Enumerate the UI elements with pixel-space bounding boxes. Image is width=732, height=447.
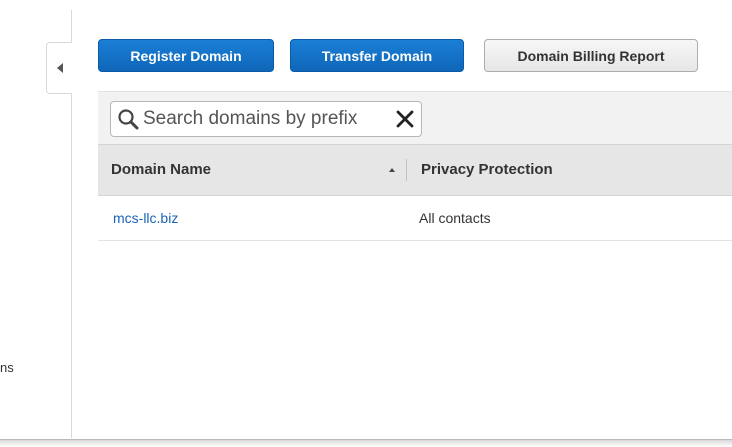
domain-link[interactable]: mcs-llc.biz	[113, 196, 178, 240]
domains-table: Domain Name Privacy Protection mcs-llc.b…	[98, 91, 732, 241]
column-header-privacy-protection[interactable]: Privacy Protection	[421, 145, 553, 195]
sidebar-item-label[interactable]: ns	[0, 360, 14, 375]
register-domain-button[interactable]: Register Domain	[98, 39, 274, 72]
privacy-protection-value: All contacts	[419, 210, 491, 226]
column-divider	[406, 159, 407, 181]
filter-bar	[98, 91, 732, 144]
sidebar-collapse-button[interactable]	[46, 42, 72, 94]
search-box[interactable]	[110, 101, 422, 137]
search-input[interactable]	[143, 106, 381, 132]
table-row[interactable]: mcs-llc.biz All contacts	[98, 196, 732, 241]
bottom-shadow	[0, 440, 732, 447]
domain-billing-report-button[interactable]: Domain Billing Report	[484, 39, 698, 72]
search-icon	[118, 109, 139, 130]
sort-ascending-icon[interactable]	[389, 168, 395, 172]
table-header: Domain Name Privacy Protection	[98, 144, 732, 196]
chevron-left-icon	[56, 63, 63, 73]
close-icon[interactable]	[395, 109, 415, 129]
transfer-domain-button[interactable]: Transfer Domain	[290, 39, 464, 72]
column-header-domain-name[interactable]: Domain Name	[111, 145, 211, 195]
